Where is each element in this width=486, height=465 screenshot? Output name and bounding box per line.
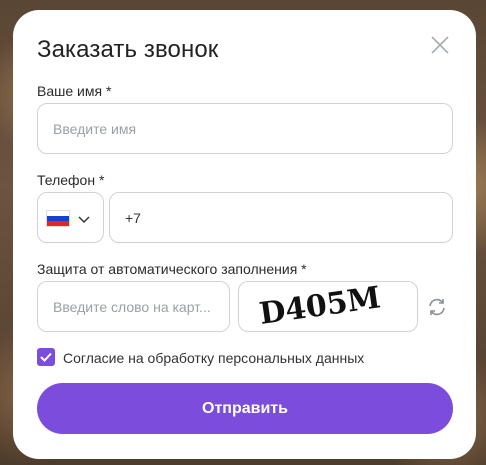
captcha-image-text: D405M [257,282,383,331]
phone-input[interactable] [110,193,452,242]
captcha-image: D405M [238,281,418,332]
modal-title: Заказать звонок [37,36,219,63]
callback-modal: Заказать звонок Ваше имя * Телефон * Защ… [13,10,476,459]
phone-label: Телефон * [37,172,105,188]
name-label: Ваше имя * [37,83,112,99]
captcha-image-graphic: D405M [257,282,383,331]
refresh-icon[interactable] [426,296,448,318]
chevron-down-icon [78,216,90,224]
close-icon[interactable] [428,33,452,57]
captcha-label: Защита от автоматического заполнения * [37,261,307,277]
consent-checkbox[interactable] [37,348,55,366]
name-field-wrapper [37,103,453,154]
captcha-input[interactable] [38,282,229,331]
phone-field-wrapper [109,192,453,243]
consent-label: Согласие на обработку персональных данны… [63,350,365,366]
checkmark-icon [40,352,52,362]
captcha-field-wrapper [37,281,230,332]
russia-flag-icon [47,211,69,226]
country-select[interactable] [37,192,104,243]
name-input[interactable] [38,104,452,153]
submit-button[interactable]: Отправить [37,383,453,434]
